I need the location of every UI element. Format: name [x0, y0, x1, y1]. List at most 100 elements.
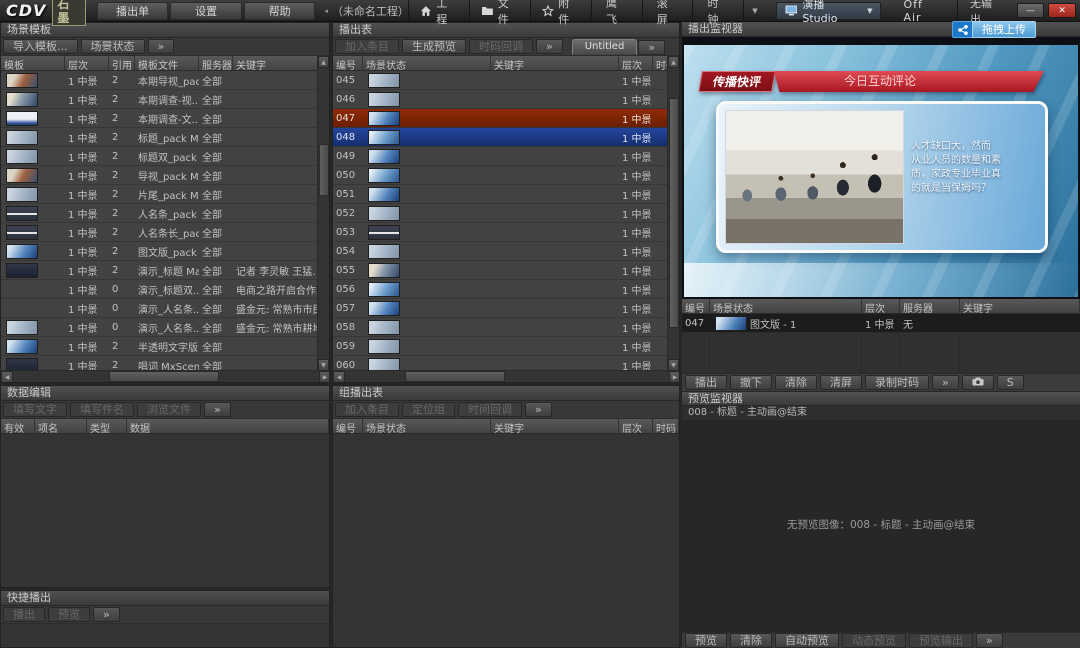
playlist-tab-scroll-button[interactable]: »: [638, 40, 665, 55]
scroll-left-icon[interactable]: ◀: [333, 371, 345, 383]
column-header[interactable]: 数据: [127, 419, 329, 433]
menu-settings-button[interactable]: 设置: [170, 2, 242, 20]
playout-button[interactable]: 清除: [775, 375, 817, 390]
column-header[interactable]: 关键字: [960, 299, 1080, 313]
column-header[interactable]: 场景状态: [710, 299, 862, 313]
scroll-thumb[interactable]: [109, 371, 219, 382]
scene-template-hscrollbar[interactable]: ◀ ▶: [1, 370, 330, 382]
template-row[interactable]: 1 中景2片尾_pack Ma...全部: [1, 185, 329, 204]
column-header[interactable]: 服务器: [900, 299, 960, 313]
column-header[interactable]: 有效: [1, 419, 35, 433]
playlist-row[interactable]: 0571 中景: [333, 299, 679, 318]
column-header[interactable]: 模板文件: [135, 56, 199, 70]
column-header[interactable]: 层次: [65, 56, 109, 70]
playlist-toolbar-button[interactable]: 生成预览: [402, 39, 466, 54]
column-header[interactable]: 编号: [333, 56, 363, 70]
template-row[interactable]: 1 中景2本期调查-视...全部: [1, 90, 329, 109]
group-toolbar-button[interactable]: 时间回调: [458, 402, 522, 417]
template-row[interactable]: 1 中景2本期导视_pac...全部: [1, 71, 329, 90]
data-edit-toolbar-button[interactable]: 填写件名: [70, 402, 134, 417]
eaglefly-button[interactable]: 鹰飞: [591, 0, 642, 21]
template-row[interactable]: 1 中景0演示_人名条...全部盛金元: 常熟市市民.: [1, 299, 329, 318]
column-header[interactable]: 类型: [87, 419, 127, 433]
column-header[interactable]: 项名: [35, 419, 87, 433]
template-row[interactable]: 1 中景2本期调查-文...全部: [1, 109, 329, 128]
column-header[interactable]: 场景状态: [363, 419, 491, 433]
snapshot-s-button[interactable]: S: [997, 375, 1024, 390]
quick-play-toolbar-button[interactable]: 预览: [48, 607, 90, 622]
playlist-vscrollbar[interactable]: ▲ ▼: [667, 56, 679, 371]
playlist-row[interactable]: 0551 中景: [333, 261, 679, 280]
preview-button[interactable]: 动态预览: [842, 633, 906, 648]
column-header[interactable]: 编号: [682, 299, 710, 313]
playlist-tab-untitled[interactable]: Untitled: [572, 39, 638, 55]
tools-dropdown-icon[interactable]: ▼: [743, 0, 765, 21]
template-row[interactable]: 1 中景2人名条_pack ...全部: [1, 204, 329, 223]
menu-help-button[interactable]: 帮助: [244, 2, 316, 20]
scroll-right-icon[interactable]: ▶: [319, 371, 330, 383]
scene-toolbar-more-button[interactable]: »: [148, 39, 175, 54]
playlist-toolbar-button[interactable]: 时码回调: [469, 39, 533, 54]
column-header[interactable]: 服务器: [199, 56, 233, 70]
data-edit-toolbar-more-button[interactable]: »: [204, 402, 231, 417]
scene-toolbar-button[interactable]: 场景状态: [81, 39, 145, 54]
column-header[interactable]: 场景状态: [363, 56, 491, 70]
preview-button[interactable]: 预览: [685, 633, 727, 648]
playout-more-button[interactable]: »: [932, 375, 959, 390]
playlist-row[interactable]: 0541 中景: [333, 242, 679, 261]
playlist-hscrollbar[interactable]: ◀ ▶: [333, 370, 680, 382]
clock-button[interactable]: 时钟: [692, 0, 743, 21]
minimize-button[interactable]: —: [1017, 3, 1045, 18]
file-button[interactable]: 文件: [469, 0, 531, 21]
scene-template-vscrollbar[interactable]: ▲ ▼: [317, 56, 329, 371]
group-toolbar-button[interactable]: 定位组: [402, 402, 455, 417]
playout-button[interactable]: 撤下: [730, 375, 772, 390]
playlist-row[interactable]: 0491 中景: [333, 147, 679, 166]
scroll-thumb[interactable]: [405, 371, 505, 382]
playlist-row[interactable]: 0601 中景: [333, 356, 679, 371]
column-header[interactable]: 关键字: [491, 419, 619, 433]
template-row[interactable]: 1 中景2半透明文字版.全部: [1, 337, 329, 356]
playlist-row[interactable]: 0591 中景: [333, 337, 679, 356]
group-toolbar-more-button[interactable]: »: [525, 402, 552, 417]
scene-toolbar-button[interactable]: 导入模板...: [3, 39, 78, 54]
group-toolbar-button[interactable]: 加入条目: [335, 402, 399, 417]
playout-button[interactable]: 清屏: [820, 375, 862, 390]
column-header[interactable]: 编号: [333, 419, 363, 433]
playlist-row[interactable]: 0461 中景: [333, 90, 679, 109]
preview-more-button[interactable]: »: [976, 633, 1003, 648]
template-row[interactable]: 1 中景2标题双_pack ...全部: [1, 147, 329, 166]
playout-button[interactable]: 播出: [685, 375, 727, 390]
template-row[interactable]: 1 中景2标题_pack Ma...全部: [1, 128, 329, 147]
drag-upload-button[interactable]: 拖拽上传: [952, 21, 1036, 38]
playlist-row[interactable]: 0531 中景: [333, 223, 679, 242]
template-row[interactable]: 1 中景2唱词 MxScene全部: [1, 356, 329, 371]
on-air-item-row[interactable]: 047 图文版 - 1 1 中景 无: [682, 314, 1080, 333]
scroll-up-icon[interactable]: ▲: [668, 56, 679, 68]
template-row[interactable]: 1 中景2人名条长_pac...全部: [1, 223, 329, 242]
scroll-thumb[interactable]: [669, 98, 679, 328]
scroll-right-icon[interactable]: ▶: [669, 371, 680, 383]
template-row[interactable]: 1 中景2导视_pack Ma...全部: [1, 166, 329, 185]
column-header[interactable]: 层次: [862, 299, 900, 313]
template-row[interactable]: 1 中景2演示_标题 Ma...全部记者 李灵敏 王猛.: [1, 261, 329, 280]
quick-play-toolbar-button[interactable]: 播出: [3, 607, 45, 622]
preview-button[interactable]: 清除: [730, 633, 772, 648]
close-button[interactable]: ✕: [1048, 3, 1076, 18]
scroll-left-icon[interactable]: ◀: [1, 371, 13, 383]
template-row[interactable]: 1 中景2图文版_pack ...全部: [1, 242, 329, 261]
quick-play-toolbar-more-button[interactable]: »: [93, 607, 120, 622]
column-header[interactable]: 模板: [1, 56, 65, 70]
playlist-row[interactable]: 0521 中景: [333, 204, 679, 223]
column-header[interactable]: 时码: [653, 419, 679, 433]
attachment-button[interactable]: 附件: [530, 0, 591, 21]
rollscreen-button[interactable]: 滚屏: [642, 0, 693, 21]
column-header[interactable]: 层次: [619, 56, 653, 70]
playlist-row[interactable]: 0481 中景: [333, 128, 679, 147]
data-edit-toolbar-button[interactable]: 填写文字: [3, 402, 67, 417]
scroll-thumb[interactable]: [319, 144, 329, 196]
playlist-row[interactable]: 0581 中景: [333, 318, 679, 337]
menu-playlist-button[interactable]: 播出单: [97, 2, 169, 20]
playlist-row[interactable]: 0561 中景: [333, 280, 679, 299]
column-header[interactable]: 关键字: [233, 56, 329, 70]
